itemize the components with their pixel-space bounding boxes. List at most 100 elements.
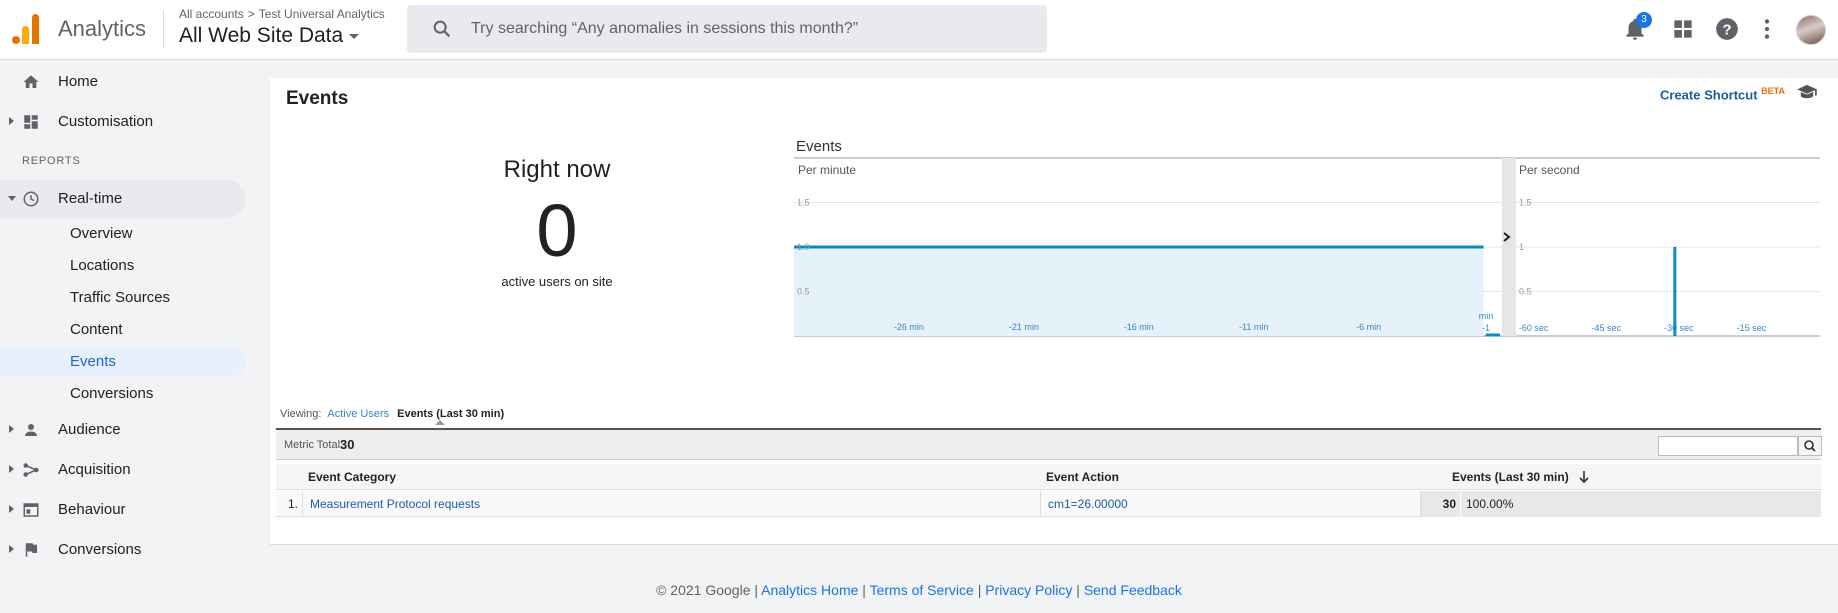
sidebar-item-label: Audience xyxy=(58,421,121,438)
x-tick-label: -11 min xyxy=(1239,322,1268,332)
notification-badge: 3 xyxy=(1636,12,1652,28)
x-tick-label: -60 sec xyxy=(1519,323,1549,333)
collapse-arrow-icon[interactable] xyxy=(8,196,16,201)
sidebar-item-acquisition[interactable]: Acquisition xyxy=(0,451,246,489)
y-tick-label: 1.5 xyxy=(797,198,810,208)
top-app-bar: Analytics All accounts > Test Universal An… xyxy=(0,0,1838,60)
expand-arrow-icon[interactable] xyxy=(9,117,14,125)
sidebar-item-customisation[interactable]: Customisation xyxy=(0,103,246,141)
sidebar-item-audience[interactable]: Audience xyxy=(0,411,246,449)
sidebar-item-conversions[interactable]: Conversions xyxy=(0,531,246,569)
y-tick-label: 1 xyxy=(1519,242,1524,252)
per-minute-label: Per minute xyxy=(798,163,857,177)
chevron-right-icon: > xyxy=(247,7,255,21)
sidebar: Home Customisation REPORTS Real-time Ove… xyxy=(0,61,260,613)
search-icon xyxy=(433,20,451,38)
sidebar-subitem-label: Overview xyxy=(70,225,133,242)
footer-separator: | xyxy=(858,582,870,598)
avatar[interactable] xyxy=(1796,15,1826,45)
sidebar-item-label: Customisation xyxy=(58,113,154,130)
sidebar-item-realtime[interactable]: Real-time xyxy=(0,180,246,218)
x-tick-label: -6 min xyxy=(1356,322,1381,332)
copyright: © 2021 Google xyxy=(656,582,751,598)
expand-arrow-icon[interactable] xyxy=(9,465,14,473)
sidebar-item-home[interactable]: Home xyxy=(0,63,246,101)
sidebar-item-label: Real-time xyxy=(58,190,123,207)
reports-section-label: REPORTS xyxy=(22,155,81,167)
x-unit-label: min xyxy=(1479,311,1494,321)
footer-link-analytics-home[interactable]: Analytics Home xyxy=(761,582,858,598)
more-icon xyxy=(1764,19,1770,39)
home-icon xyxy=(23,75,39,88)
sidebar-subitem-locations[interactable]: Locations xyxy=(0,251,246,281)
x-tick-label: -16 min xyxy=(1124,322,1154,332)
footer-link-privacy[interactable]: Privacy Policy xyxy=(985,582,1072,598)
help-icon: ? xyxy=(1716,18,1738,40)
row-event-category-link[interactable]: Measurement Protocol requests xyxy=(310,497,480,511)
apps-button[interactable] xyxy=(1670,16,1696,42)
analytics-logo-icon[interactable] xyxy=(12,14,40,44)
app-name[interactable]: Analytics xyxy=(58,16,146,42)
notifications-button[interactable]: 3 xyxy=(1622,12,1652,42)
footer-separator: | xyxy=(973,582,986,598)
acquisition-icon xyxy=(23,463,39,477)
x-tick-label: -26 min xyxy=(894,322,924,332)
sidebar-subitem-events[interactable]: Events xyxy=(0,347,246,377)
expand-arrow-icon[interactable] xyxy=(9,505,14,513)
breadcrumb-accounts[interactable]: All accounts xyxy=(179,7,244,21)
row-events-percent: 100.00% xyxy=(1466,497,1514,511)
sidebar-subitem-traffic-sources[interactable]: Traffic Sources xyxy=(0,283,246,313)
sidebar-subitem-label: Traffic Sources xyxy=(70,289,171,306)
header-events-count[interactable]: Events (Last 30 min) xyxy=(1452,470,1569,484)
table-search-input[interactable] xyxy=(1658,436,1798,456)
flag-icon xyxy=(25,543,37,557)
footer-link-terms[interactable]: Terms of Service xyxy=(870,582,974,598)
tab-active-users[interactable]: Active Users xyxy=(327,408,389,420)
metric-total-bar: Metric Total: 30 xyxy=(276,428,1822,460)
tab-events[interactable]: Events (Last 30 min) xyxy=(397,408,504,425)
header-event-action[interactable]: Event Action xyxy=(1046,470,1119,484)
row-event-action-link[interactable]: cm1=26.00000 xyxy=(1048,497,1128,511)
row-index: 1. xyxy=(288,497,299,511)
per-second-grid xyxy=(1516,202,1820,292)
x-tick-label: -45 sec xyxy=(1592,323,1622,333)
y-tick-label: 0.5 xyxy=(1519,287,1532,297)
sort-down-icon[interactable] xyxy=(1578,470,1590,484)
sidebar-subitem-content[interactable]: Content xyxy=(0,315,246,345)
footer-link-send-feedback[interactable]: Send Feedback xyxy=(1084,582,1182,598)
column-divider xyxy=(1040,491,1041,517)
y-tick-label: 1.0 xyxy=(797,242,810,252)
table-search xyxy=(1658,436,1822,456)
per-second-label: Per second xyxy=(1519,163,1580,177)
table-search-button[interactable] xyxy=(1798,436,1822,456)
behaviour-icon xyxy=(23,503,39,517)
view-selector[interactable]: All Web Site Data xyxy=(179,24,360,48)
x-tick-label: -1 xyxy=(1482,323,1490,333)
more-options-button[interactable] xyxy=(1754,16,1780,42)
breadcrumb[interactable]: All accounts > Test Universal Analytics xyxy=(179,7,385,21)
sidebar-subitem-overview[interactable]: Overview xyxy=(0,219,246,249)
expand-arrow-icon[interactable] xyxy=(9,425,14,433)
sidebar-item-label: Conversions xyxy=(58,541,142,558)
dashboard-icon xyxy=(24,115,38,129)
tab-pointer-icon xyxy=(435,420,446,425)
header-event-category[interactable]: Event Category xyxy=(308,470,396,484)
search-input[interactable]: Try searching “Any anomalies in sessions… xyxy=(407,5,1047,53)
sidebar-subitem-conversions[interactable]: Conversions xyxy=(0,379,246,409)
help-button[interactable]: ? xyxy=(1714,16,1740,42)
sidebar-subitem-label: Conversions xyxy=(70,385,154,402)
viewing-label: Viewing: xyxy=(280,408,322,420)
search-placeholder: Try searching “Any anomalies in sessions… xyxy=(471,20,859,37)
metric-total-value: 30 xyxy=(340,437,355,452)
sidebar-item-label: Acquisition xyxy=(58,461,131,478)
sidebar-subitem-label: Locations xyxy=(70,257,135,274)
svg-text:?: ? xyxy=(1722,21,1731,38)
x-tick-label: -21 min xyxy=(1009,322,1039,332)
y-tick-label: 1.5 xyxy=(1519,198,1532,208)
card-bottom-border xyxy=(270,544,1838,545)
column-divider xyxy=(1460,491,1461,517)
sidebar-subitem-label: Content xyxy=(70,321,123,338)
expand-arrow-icon[interactable] xyxy=(9,545,14,553)
sidebar-item-behaviour[interactable]: Behaviour xyxy=(0,491,246,529)
breadcrumb-property[interactable]: Test Universal Analytics xyxy=(259,7,385,21)
